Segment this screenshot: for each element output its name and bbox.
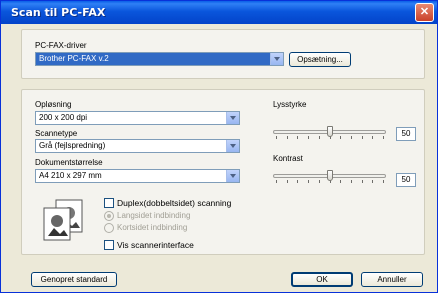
slider-tick xyxy=(276,136,277,139)
slider-tick xyxy=(350,180,352,183)
slider-tick xyxy=(286,180,288,183)
slider-tick xyxy=(350,136,352,139)
duplex-pages-icon xyxy=(43,199,83,241)
fax-driver-label: PC-FAX-driver xyxy=(35,41,87,50)
scan-type-select[interactable]: Grå (fejlspredning) xyxy=(35,139,240,153)
slider-tick xyxy=(340,180,342,183)
slider-tick xyxy=(372,136,374,139)
slider-tick xyxy=(318,136,320,139)
fax-driver-group: PC-FAX-driver Brother PC-FAX v.2 Opsætni… xyxy=(21,29,425,79)
close-button[interactable]: ✕ xyxy=(415,3,434,22)
restore-defaults-button[interactable]: Genopret standard xyxy=(31,272,117,287)
cancel-button[interactable]: Annuller xyxy=(361,272,423,287)
resolution-select[interactable]: 200 x 200 dpi xyxy=(35,111,240,125)
contrast-value-field[interactable]: 50 xyxy=(396,173,416,187)
dialog-content: PC-FAX-driver Brother PC-FAX v.2 Opsætni… xyxy=(21,29,425,288)
ok-button[interactable]: OK xyxy=(291,272,353,287)
doc-size-label: Dokumentstørrelse xyxy=(35,158,103,167)
chevron-down-icon[interactable] xyxy=(270,53,283,65)
slider-tick xyxy=(383,136,384,139)
duplex-label: Duplex(dobbeltsidet) scanning xyxy=(117,198,232,208)
slider-tick xyxy=(361,136,363,139)
contrast-label: Kontrast xyxy=(273,154,303,163)
long-edge-binding-label: Langsidet indbinding xyxy=(117,211,191,220)
slider-tick xyxy=(297,136,299,139)
chevron-down-icon[interactable] xyxy=(226,170,239,182)
window-title: Scan til PC-FAX xyxy=(11,6,106,19)
title-bar[interactable]: Scan til PC-FAX ✕ xyxy=(1,1,437,24)
slider-tick xyxy=(308,136,310,139)
dialog-window: Scan til PC-FAX ✕ PC-FAX-driver Brother … xyxy=(0,0,438,293)
short-edge-binding-radio[interactable] xyxy=(104,223,114,233)
scan-type-label: Scannetype xyxy=(35,129,78,138)
slider-tick xyxy=(340,136,342,139)
resolution-label: Opløsning xyxy=(35,100,72,109)
slider-tick xyxy=(372,180,374,183)
close-icon: ✕ xyxy=(419,6,430,18)
doc-size-value: A4 210 x 297 mm xyxy=(39,171,102,180)
slider-tick xyxy=(318,180,320,183)
short-edge-binding-label: Kortsidet indbinding xyxy=(117,223,188,232)
long-edge-binding-radio[interactable] xyxy=(104,211,114,221)
brightness-label: Lysstyrke xyxy=(273,100,307,109)
setup-button[interactable]: Opsætning... xyxy=(289,52,351,67)
fax-driver-value: Brother PC-FAX v.2 xyxy=(39,54,109,63)
resolution-value: 200 x 200 dpi xyxy=(39,113,88,122)
fax-driver-select[interactable]: Brother PC-FAX v.2 xyxy=(35,52,284,66)
slider-tick xyxy=(286,136,288,139)
show-scanner-ui-label: Vis scannerinterface xyxy=(117,240,194,250)
duplex-checkbox[interactable] xyxy=(104,198,114,208)
chevron-down-icon[interactable] xyxy=(226,140,239,152)
show-scanner-ui-checkbox[interactable] xyxy=(104,240,114,250)
brightness-value-field[interactable]: 50 xyxy=(396,127,416,141)
scan-type-value: Grå (fejlspredning) xyxy=(39,141,106,150)
doc-size-select[interactable]: A4 210 x 297 mm xyxy=(35,169,240,183)
chevron-down-icon[interactable] xyxy=(226,112,239,124)
slider-tick xyxy=(276,180,277,183)
slider-tick xyxy=(308,180,310,183)
slider-tick xyxy=(383,180,384,183)
contrast-slider-thumb[interactable] xyxy=(326,170,333,181)
slider-tick xyxy=(361,180,363,183)
scan-settings-group: Opløsning 200 x 200 dpi Scannetype Grå (… xyxy=(21,89,425,255)
brightness-slider-thumb[interactable] xyxy=(326,126,333,137)
slider-tick xyxy=(297,180,299,183)
